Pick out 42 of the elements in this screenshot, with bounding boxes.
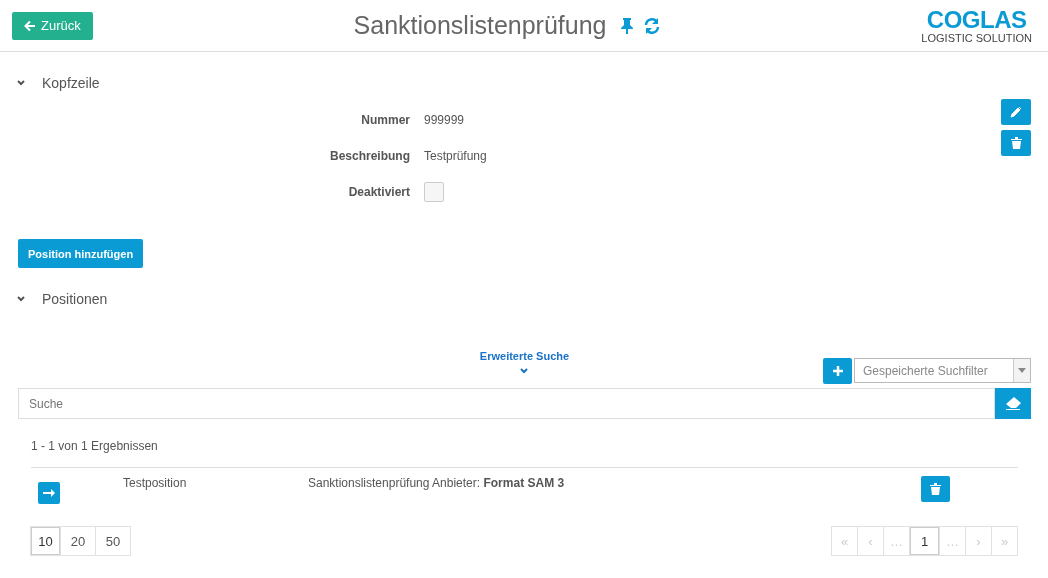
add-position-button[interactable]: Position hinzufügen <box>18 239 144 268</box>
delete-button[interactable] <box>921 476 950 502</box>
arrow-left-icon <box>24 19 36 32</box>
page-title: Sanktionslistenprüfung <box>353 11 607 40</box>
trash-icon <box>1010 137 1022 149</box>
page-size-button[interactable]: 50 <box>95 526 131 556</box>
chevron-icon[interactable] <box>16 78 26 88</box>
dropdown-icon <box>1018 368 1026 373</box>
field-value: 999999 <box>424 113 466 127</box>
page-size-button[interactable]: 10 <box>30 526 61 556</box>
pagination-button[interactable]: 1 <box>909 526 940 556</box>
page-size-button[interactable]: 20 <box>60 526 96 556</box>
search-field[interactable]: Suche <box>18 388 995 419</box>
field-label: Nummer <box>360 113 410 127</box>
clear-search-button[interactable] <box>995 388 1031 419</box>
add-filter-button[interactable] <box>823 358 852 384</box>
checkbox[interactable] <box>424 182 444 202</box>
advanced-search-link[interactable]: Erweiterte Suche <box>479 350 570 362</box>
section-title: Kopfzeile <box>42 75 100 91</box>
table-cell-text: Sanktionslistenprüfung Anbieter: Format SAM 3 <box>308 476 566 490</box>
logo-wordmark: COGLAS <box>926 7 1027 32</box>
plus-icon <box>831 365 844 377</box>
pencil-icon <box>1010 106 1022 118</box>
arrow-right-icon <box>43 489 55 497</box>
field-label: Deaktiviert <box>347 185 410 199</box>
saved-filter-select[interactable]: Gespeicherte Suchfilter <box>854 358 1031 383</box>
logo-tagline: LOGISTIC SOLUTION <box>921 31 1032 44</box>
trash-icon <box>930 483 941 495</box>
pin-icon[interactable] <box>618 16 635 35</box>
chevron-down-icon[interactable] <box>519 367 530 375</box>
section-title: Positionen <box>42 291 108 307</box>
delete-button[interactable] <box>1001 130 1031 156</box>
field-label: Beschreibung <box>329 149 410 163</box>
field-value: Testprüfung <box>424 149 487 163</box>
edit-button[interactable] <box>1001 99 1031 125</box>
back-button[interactable]: Zurück <box>12 11 93 40</box>
open-button[interactable] <box>38 482 60 504</box>
refresh-icon[interactable] <box>642 16 661 35</box>
eraser-icon <box>1005 397 1021 410</box>
chevron-icon[interactable] <box>16 294 26 304</box>
table-cell-text: Testposition <box>123 476 188 490</box>
result-count: 1 - 1 von 1 Ergebnissen <box>30 438 159 455</box>
